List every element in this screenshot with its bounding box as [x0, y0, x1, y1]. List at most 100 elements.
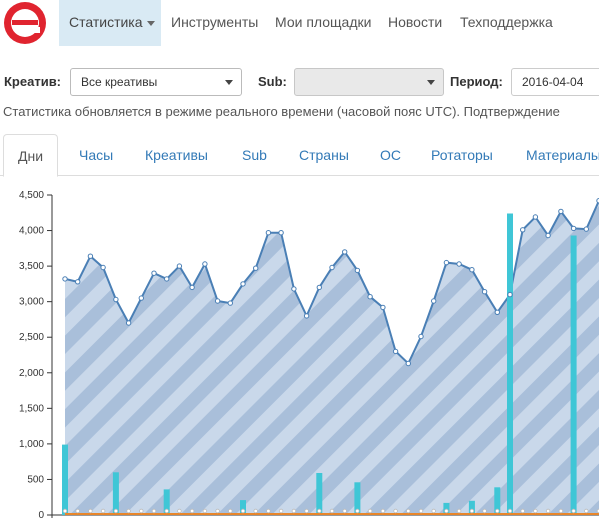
area-point: [278, 230, 284, 236]
y-tick-label: 1,500: [19, 403, 44, 414]
baseline-point: [253, 508, 258, 514]
tab-hours[interactable]: Часы: [79, 134, 113, 176]
baseline-point: [558, 508, 564, 514]
area-point: [405, 360, 411, 367]
realtime-note: Статистика обновляется в режиме реальног…: [3, 104, 560, 119]
baseline-point: [482, 508, 487, 514]
top-navbar: Статистика Инструменты Мои площадки Ново…: [0, 0, 599, 46]
area-point: [507, 291, 513, 298]
nav-item-statistics[interactable]: Статистика: [59, 0, 161, 46]
tab-materials[interactable]: Материалы: [526, 134, 599, 176]
bar-mark: [62, 444, 68, 515]
dropdown-arrow-icon: [427, 80, 435, 85]
baseline-point: [456, 508, 462, 514]
area-point: [532, 214, 539, 220]
baseline-point: [177, 508, 182, 514]
baseline-point: [62, 508, 68, 514]
filters-bar: Креатив: Все креативы Sub: Период: 2016-…: [0, 66, 599, 98]
sub-label: Sub:: [258, 74, 287, 89]
baseline-point: [151, 508, 157, 514]
baseline-point: [164, 508, 169, 514]
baseline-point: [189, 508, 195, 514]
area-point: [583, 226, 589, 232]
area-point: [125, 320, 132, 326]
y-tick-label: 500: [27, 474, 44, 485]
baseline-point: [545, 508, 551, 514]
bar-mark: [112, 472, 119, 515]
tab-os[interactable]: ОС: [380, 134, 401, 176]
creative-select-value: Все креативы: [81, 75, 158, 89]
nav-item-news[interactable]: Новости: [388, 0, 442, 46]
stats-tabs: Дни Часы Креативы Sub Страны ОС Ротаторы…: [0, 134, 599, 177]
area-point: [291, 286, 297, 292]
area-point: [342, 249, 348, 255]
baseline-point: [367, 508, 373, 514]
nav-item-my-sites[interactable]: Мои площадки: [275, 0, 371, 46]
baseline-point: [215, 508, 220, 514]
area-point: [240, 281, 246, 287]
area-point: [316, 284, 322, 291]
tab-creatives[interactable]: Креативы: [145, 134, 208, 176]
e-logo-icon[interactable]: [3, 1, 47, 45]
y-tick-label: 1,000: [19, 439, 44, 450]
y-tick-label: 2,000: [19, 368, 44, 379]
baseline-point: [139, 508, 144, 514]
baseline-point: [342, 508, 347, 514]
area-point: [431, 298, 437, 304]
sub-select[interactable]: [294, 68, 444, 96]
baseline-point: [393, 508, 398, 514]
area-point: [164, 276, 170, 282]
y-tick-label: 4,000: [19, 226, 44, 237]
daily-stats-chart: 0 500 1,000 1,500 2,000 2,500 3,000 3,500 4,000 4…: [19, 190, 599, 521]
baseline-point: [584, 508, 589, 514]
area-point: [303, 313, 310, 319]
creative-select[interactable]: Все креативы: [70, 68, 242, 96]
nav-item-support[interactable]: Техподдержка: [460, 0, 553, 46]
area-point: [456, 261, 462, 267]
baseline-point: [100, 508, 106, 514]
area-point: [354, 267, 361, 274]
y-tick-label: 4,500: [19, 190, 44, 201]
area-point: [520, 227, 526, 233]
area-point: [151, 270, 157, 276]
area-point: [113, 296, 119, 303]
area-point: [265, 230, 272, 236]
tab-days[interactable]: Дни: [3, 134, 59, 177]
area-point: [62, 276, 68, 282]
area-point: [202, 261, 208, 267]
baseline-point: [355, 508, 360, 514]
baseline-point: [228, 508, 233, 514]
tab-sub[interactable]: Sub: [242, 134, 267, 176]
baseline-point: [278, 508, 284, 514]
baseline-point: [507, 508, 513, 514]
area-point: [469, 267, 475, 273]
nav-item-tools[interactable]: Инструменты: [171, 0, 258, 46]
dropdown-arrow-icon: [225, 80, 233, 85]
period-date-input[interactable]: 2016-04-04: [511, 68, 599, 96]
area-point: [367, 294, 373, 300]
y-tick-label: 3,500: [19, 261, 44, 272]
creative-label: Креатив:: [4, 74, 62, 89]
area-point: [481, 289, 488, 295]
baseline-point: [317, 508, 322, 514]
baseline-point: [571, 508, 576, 514]
area-point: [494, 309, 500, 316]
area-point: [176, 263, 183, 269]
area-point: [75, 279, 81, 285]
bar-mark: [507, 213, 513, 515]
tab-countries[interactable]: Страны: [299, 134, 349, 176]
y-tick-label: 0: [38, 510, 44, 521]
baseline-point: [266, 508, 271, 514]
y-tick-label: 2,500: [19, 332, 44, 343]
area-point: [418, 333, 424, 340]
area-point: [214, 298, 221, 304]
baseline-point: [75, 508, 80, 514]
tab-rotators[interactable]: Ротаторы: [431, 134, 493, 176]
baseline-point: [469, 508, 475, 514]
area-point: [138, 295, 145, 301]
baseline-point: [495, 508, 500, 514]
baseline-point: [291, 508, 297, 514]
area-series: [64, 200, 599, 515]
area-point: [100, 264, 106, 271]
y-tick-label: 3,000: [19, 297, 44, 308]
